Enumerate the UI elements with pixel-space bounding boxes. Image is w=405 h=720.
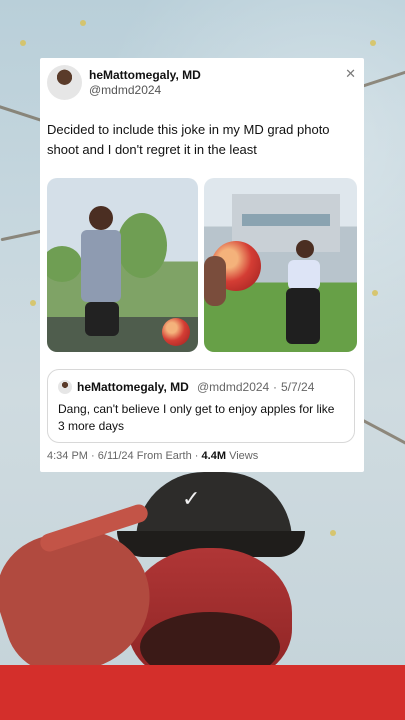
person-shape <box>288 260 320 290</box>
author-name[interactable]: heMattomegaly, MD <box>89 68 201 82</box>
tree-bud <box>80 20 86 26</box>
meta-separator: · <box>194 450 202 462</box>
tweet-photo-left[interactable] <box>47 178 198 352</box>
person-legs-shape <box>85 302 119 336</box>
quoted-tweet[interactable]: heMattomegaly, MD @mdmd2024 · 5/7/24 Dan… <box>47 369 355 443</box>
person-shape <box>81 230 121 302</box>
quoted-author-avatar[interactable] <box>58 380 72 394</box>
tree-bud <box>370 40 376 46</box>
tree-shape <box>47 246 82 282</box>
tweet-card: heMattomegaly, MD @mdmd2024 ✕ Decided to… <box>40 58 364 472</box>
person-head-shape <box>89 206 113 230</box>
views-label: Views <box>229 450 259 462</box>
nike-swoosh-icon: ✓ <box>182 486 201 511</box>
close-icon[interactable]: ✕ <box>345 66 356 82</box>
quoted-author-handle[interactable]: @mdmd2024 <box>197 380 269 394</box>
person-legs-shape <box>286 288 320 344</box>
jacket-shape <box>0 665 405 720</box>
tweet-time: 4:34 PM <box>47 450 88 462</box>
window-strip-shape <box>242 214 330 226</box>
views-count: 4.4M <box>201 450 226 462</box>
apple-shape <box>162 318 190 346</box>
tree-bud <box>20 40 26 46</box>
author-avatar[interactable] <box>47 65 82 100</box>
tweet-date: 6/11/24 <box>97 450 134 462</box>
person-head-shape <box>296 240 314 258</box>
quoted-separator: · <box>273 380 277 394</box>
quoted-tweet-text: Dang, can't believe I only get to enjoy … <box>58 402 335 433</box>
tweet-photo-right[interactable] <box>204 178 357 352</box>
author-handle[interactable]: @mdmd2024 <box>89 83 161 97</box>
quoted-date: 5/7/24 <box>281 380 315 394</box>
tweet-text: Decided to include this joke in my MD gr… <box>47 122 330 157</box>
meta-separator: · <box>91 450 98 462</box>
tree-bud <box>30 300 36 306</box>
tweet-source: From Earth <box>136 450 192 462</box>
tweet-meta: 4:34 PM · 6/11/24 From Earth · 4.4M View… <box>47 450 258 462</box>
quoted-author-name[interactable]: heMattomegaly, MD <box>77 380 189 394</box>
tree-bud <box>372 290 378 296</box>
tree-shape <box>117 213 167 278</box>
hand-shape <box>204 256 226 306</box>
